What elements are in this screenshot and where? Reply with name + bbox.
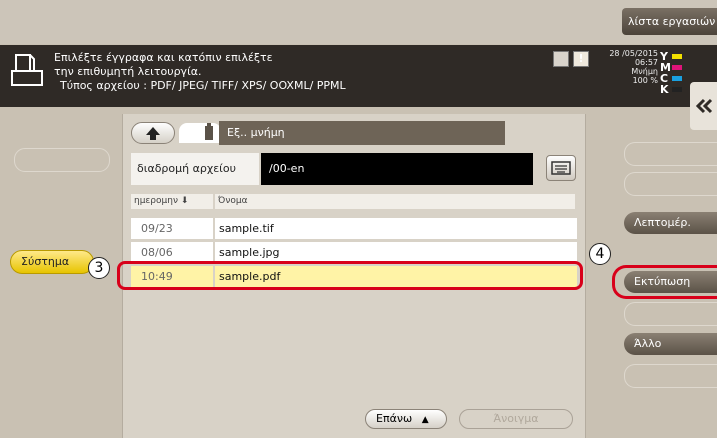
memory-status: Μνήμη 100 % [608, 67, 658, 85]
date-time: 28 /05/2015 06:57 [608, 49, 658, 67]
sort-by-date-header[interactable]: ημερομην ⬇ [131, 194, 213, 209]
message-line-1: Επιλέξτε έγγραφα και κατόπιν επιλέξτε [54, 51, 273, 64]
toner-levels: Y M C K [660, 51, 686, 97]
date-text: 28 /05/2015 [609, 49, 658, 58]
disabled-right-button [624, 302, 717, 326]
warning-icon: ! [573, 51, 589, 67]
memory-value: 100 % [632, 76, 658, 85]
scanner-status-icon [553, 51, 569, 67]
keyboard-button[interactable] [546, 155, 576, 181]
document-tray-icon [11, 54, 43, 86]
callout-step-3: 3 [88, 257, 110, 279]
up-arrow-icon [146, 127, 160, 140]
time-text: 06:57 [634, 58, 658, 67]
disabled-right-button [624, 142, 717, 166]
scroll-up-button[interactable]: Επάνω ▲ [365, 409, 447, 429]
usb-memory-icon [205, 123, 213, 140]
folder-tab [179, 123, 221, 143]
top-bar [0, 0, 717, 44]
message-line-2: την επιθυμητή λειτουργία. [54, 65, 202, 78]
keyboard-icon [551, 161, 571, 175]
disabled-right-button [624, 172, 717, 196]
status-icons: ! [553, 51, 593, 67]
print-button[interactable]: Εκτύπωση [624, 271, 717, 293]
collapse-panel-button[interactable] [690, 82, 717, 130]
disabled-left-button [14, 148, 110, 172]
selection-highlight [117, 261, 583, 290]
double-chevron-left-icon [695, 98, 713, 114]
up-triangle-icon: ▲ [421, 415, 429, 425]
system-button[interactable]: Σύστημα [10, 250, 94, 274]
callout-step-4: 4 [589, 243, 611, 265]
parent-folder-button[interactable] [131, 122, 175, 144]
file-date: 09/23 [131, 218, 213, 239]
details-button[interactable]: Λεπτομέρ. [624, 212, 717, 234]
open-button[interactable]: Άνοιγμα [459, 409, 573, 429]
job-list-button[interactable]: λίστα εργασιών [622, 8, 717, 35]
message-header: Επιλέξτε έγγραφα και κατόπιν επιλέξτε τη… [0, 45, 717, 107]
file-path-label: διαδρομή αρχείου [131, 153, 259, 185]
memory-label: Μνήμη [631, 67, 658, 76]
other-button[interactable]: Άλλο [624, 333, 717, 355]
scroll-up-label: Επάνω [376, 412, 413, 425]
toner-black: K [660, 84, 686, 95]
file-type-line: Τύπος αρχείου : PDF/ JPEG/ TIFF/ XPS/ OO… [60, 79, 346, 92]
file-date: 08/06 [131, 242, 213, 263]
name-column-header[interactable]: Όνομα [215, 194, 575, 209]
file-name: sample.jpg [215, 242, 577, 263]
file-name: sample.tif [215, 218, 577, 239]
file-path-input[interactable]: /00-en [261, 153, 533, 185]
disabled-right-button [624, 364, 717, 388]
location-title: Εξ.. μνήμη [219, 121, 505, 145]
